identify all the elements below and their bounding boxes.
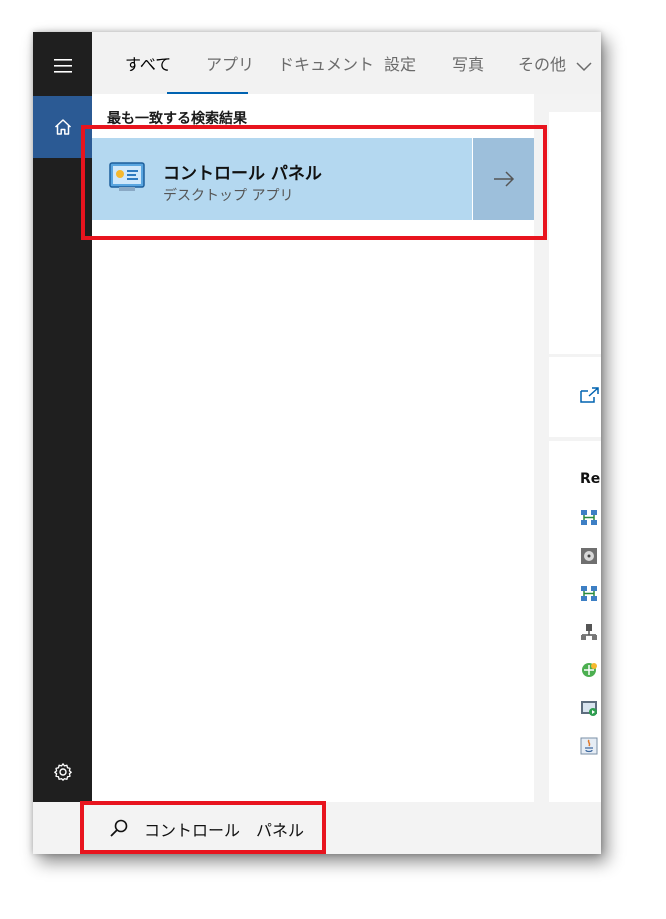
best-match-item[interactable]: コントロール パネル デスクトップ アプリ bbox=[92, 138, 472, 220]
tab-all[interactable]: すべて bbox=[125, 51, 171, 75]
tab-photos[interactable]: 写真 bbox=[452, 51, 484, 75]
chevron-down-icon bbox=[576, 61, 592, 71]
preview-actions-panel bbox=[549, 357, 601, 437]
best-match-title: コントロール パネル bbox=[163, 164, 322, 184]
network-adapter-icon[interactable] bbox=[580, 623, 598, 641]
tab-more-label: その他 bbox=[518, 55, 567, 74]
media-icon[interactable] bbox=[580, 699, 598, 717]
tab-documents[interactable]: ドキュメント bbox=[278, 51, 374, 75]
recent-header: Re bbox=[580, 471, 601, 487]
tab-apps[interactable]: アプリ bbox=[206, 51, 254, 75]
left-rail bbox=[33, 32, 92, 854]
settings-button[interactable] bbox=[33, 744, 92, 800]
search-tabs: すべて アプリ ドキュメント 設定 写真 その他 bbox=[92, 32, 601, 95]
search-icon bbox=[110, 819, 128, 837]
java-icon[interactable] bbox=[580, 737, 598, 755]
open-details-button[interactable] bbox=[473, 138, 534, 220]
search-input[interactable]: コントロール パネル bbox=[144, 817, 304, 841]
tab-settings[interactable]: 設定 bbox=[384, 51, 416, 75]
network-icon[interactable] bbox=[580, 509, 598, 527]
start-search-window: すべて アプリ ドキュメント 設定 写真 その他 最も一致する検索結果 コントロ bbox=[33, 32, 601, 854]
tab-more[interactable]: その他 bbox=[518, 51, 593, 75]
disk-icon[interactable] bbox=[580, 547, 598, 565]
arrow-right-icon bbox=[493, 171, 514, 187]
preview-header-panel bbox=[549, 112, 601, 354]
gear-icon bbox=[53, 763, 72, 781]
control-panel-icon bbox=[109, 162, 145, 191]
menu-button[interactable] bbox=[33, 38, 92, 94]
search-box[interactable]: コントロール パネル bbox=[33, 802, 601, 854]
recent-panel: Re bbox=[549, 441, 601, 802]
results-panel: 最も一致する検索結果 コントロール パネル デスクトップ アプリ bbox=[92, 94, 534, 802]
open-icon[interactable] bbox=[580, 387, 600, 405]
home-icon bbox=[54, 119, 71, 135]
hamburger-icon bbox=[53, 59, 72, 73]
network-icon[interactable] bbox=[580, 585, 598, 603]
best-match-subtitle: デスクトップ アプリ bbox=[163, 188, 294, 204]
best-match-header: 最も一致する検索結果 bbox=[107, 111, 247, 127]
sharing-icon[interactable] bbox=[580, 661, 598, 679]
home-button[interactable] bbox=[33, 96, 92, 158]
